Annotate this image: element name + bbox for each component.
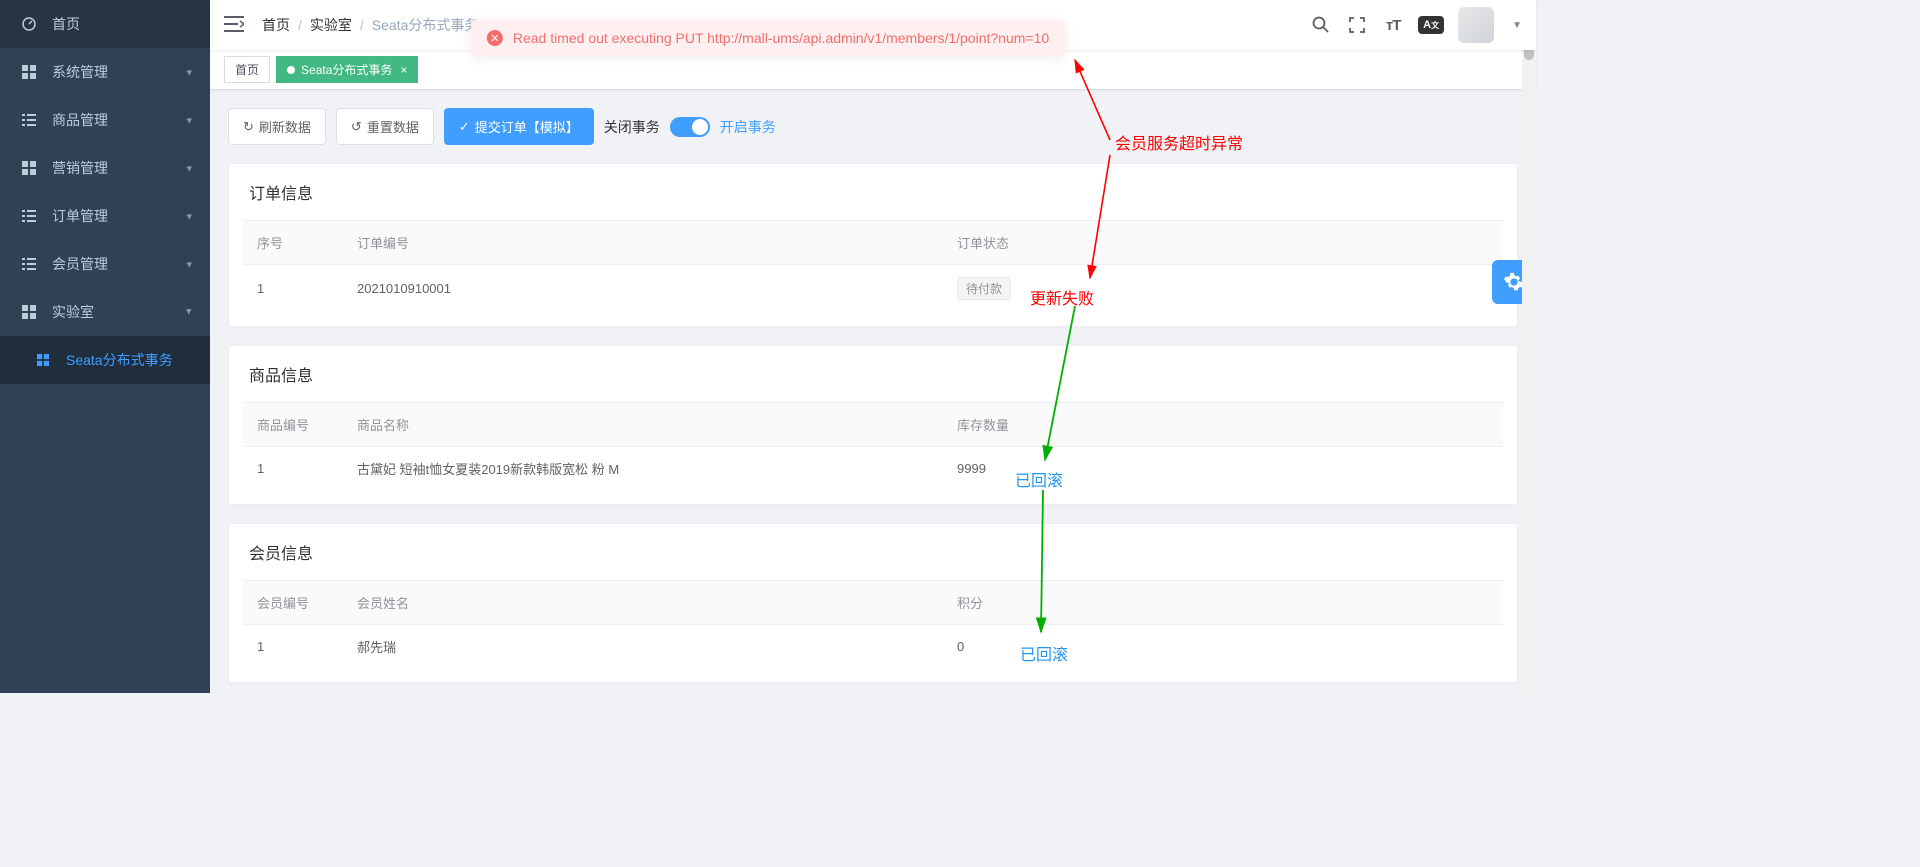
breadcrumb-sep: /: [360, 17, 364, 33]
tab-seata[interactable]: Seata分布式事务 ×: [276, 56, 418, 83]
sidebar-item-order[interactable]: 订单管理 ▾: [0, 192, 210, 240]
product-title: 商品信息: [229, 346, 1517, 402]
member-title: 会员信息: [229, 524, 1517, 580]
sidebar-label: 商品管理: [52, 110, 108, 130]
cell-status: 待付款: [943, 265, 1503, 313]
col-name: 会员姓名: [343, 581, 943, 625]
chevron-down-icon: ▾: [186, 162, 192, 175]
cell-no: 1: [243, 625, 343, 669]
list-icon: [20, 114, 38, 126]
error-alert: ✕ Read timed out executing PUT http://ma…: [471, 20, 1065, 56]
sidebar-item-lab[interactable]: 实验室 ▴: [0, 288, 210, 336]
sidebar-label: 营销管理: [52, 158, 108, 178]
sidebar-label: 实验室: [52, 302, 94, 322]
col-points: 积分: [943, 581, 1503, 625]
sidebar-item-home[interactable]: 首页: [0, 0, 210, 48]
tab-home[interactable]: 首页: [224, 56, 270, 83]
chevron-down-icon: ▾: [186, 210, 192, 223]
active-dot-icon: [287, 66, 295, 74]
sidebar-label: Seata分布式事务: [66, 350, 173, 370]
search-icon[interactable]: [1310, 14, 1332, 36]
alert-text: Read timed out executing PUT http://mall…: [513, 30, 1049, 46]
col-no: 会员编号: [243, 581, 343, 625]
sidebar-item-seata[interactable]: Seata分布式事务: [0, 336, 210, 384]
table-row: 1 2021010910001 待付款: [243, 265, 1503, 313]
cell-name: 古黛妃 短袖t恤女夏装2019新款韩版宽松 粉 M: [343, 447, 943, 491]
table-row: 1 古黛妃 短袖t恤女夏装2019新款韩版宽松 粉 M 9999: [243, 447, 1503, 491]
col-name: 商品名称: [343, 403, 943, 447]
breadcrumb: 首页 / 实验室 / Seata分布式事务: [262, 15, 478, 35]
product-table: 商品编号 商品名称 库存数量 1 古黛妃 短袖t恤女夏装2019新款韩版宽松 粉…: [243, 402, 1503, 490]
sidebar-item-system[interactable]: 系统管理 ▾: [0, 48, 210, 96]
error-icon: ✕: [487, 30, 503, 46]
refresh-button[interactable]: ↻刷新数据: [228, 108, 326, 145]
list-icon: [20, 258, 38, 270]
fullscreen-icon[interactable]: [1346, 14, 1368, 36]
submit-button[interactable]: ✓提交订单【模拟】: [444, 108, 594, 145]
vertical-scrollbar[interactable]: [1522, 0, 1536, 693]
tabs-bar: 首页 Seata分布式事务 ×: [210, 50, 1536, 90]
cell-no: 1: [243, 447, 343, 491]
sidebar-label: 会员管理: [52, 254, 108, 274]
sidebar-label: 订单管理: [52, 206, 108, 226]
cell-stock: 9999: [943, 447, 1503, 491]
chevron-down-icon: ▾: [186, 114, 192, 127]
dashboard-icon: [20, 16, 38, 32]
member-table: 会员编号 会员姓名 积分 1 郝先瑞 0: [243, 580, 1503, 668]
cell-no: 1: [243, 265, 343, 313]
breadcrumb-sep: /: [298, 17, 302, 33]
reset-icon: ↺: [351, 119, 362, 135]
refresh-icon: ↻: [243, 119, 254, 135]
cell-points: 0: [943, 625, 1503, 669]
col-no: 序号: [243, 221, 343, 265]
caret-down-icon[interactable]: ▼: [1512, 20, 1522, 31]
grid-icon: [20, 65, 38, 79]
main: 首页 / 实验室 / Seata分布式事务 ᴛT A文 ▼ 首页: [210, 0, 1536, 693]
breadcrumb-current: Seata分布式事务: [372, 15, 479, 35]
member-card: 会员信息 会员编号 会员姓名 积分 1 郝先瑞 0: [228, 523, 1518, 683]
sidebar-item-product[interactable]: 商品管理 ▾: [0, 96, 210, 144]
breadcrumb-lab[interactable]: 实验室: [310, 15, 352, 35]
tx-switch[interactable]: [670, 117, 710, 137]
sidebar-item-marketing[interactable]: 营销管理 ▾: [0, 144, 210, 192]
sidebar: 首页 系统管理 ▾ 商品管理 ▾ 营销管理 ▾ 订单: [0, 0, 210, 693]
chevron-down-icon: ▾: [186, 66, 192, 79]
cell-id: 2021010910001: [343, 265, 943, 313]
language-icon[interactable]: A文: [1418, 16, 1444, 34]
toolbar: ↻刷新数据 ↺重置数据 ✓提交订单【模拟】 关闭事务 开启事务: [228, 108, 1518, 145]
list-icon: [20, 210, 38, 222]
order-card: 订单信息 序号 订单编号 订单状态 1 2021010910001 待付款: [228, 163, 1518, 327]
close-icon[interactable]: ×: [400, 63, 407, 77]
grid-icon: [34, 354, 52, 366]
sidebar-label: 首页: [52, 14, 80, 34]
check-icon: ✓: [459, 119, 470, 135]
fontsize-icon[interactable]: ᴛT: [1382, 14, 1404, 36]
hamburger-icon[interactable]: [224, 16, 246, 35]
col-stock: 库存数量: [943, 403, 1503, 447]
col-no: 商品编号: [243, 403, 343, 447]
open-tx-label: 开启事务: [720, 117, 776, 137]
grid-icon: [20, 305, 38, 319]
col-status: 订单状态: [943, 221, 1503, 265]
order-table: 序号 订单编号 订单状态 1 2021010910001 待付款: [243, 220, 1503, 312]
status-badge: 待付款: [957, 277, 1011, 300]
sidebar-item-member[interactable]: 会员管理 ▾: [0, 240, 210, 288]
grid-icon: [20, 161, 38, 175]
close-tx-label: 关闭事务: [604, 117, 660, 137]
chevron-down-icon: ▾: [186, 258, 192, 271]
content: ↻刷新数据 ↺重置数据 ✓提交订单【模拟】 关闭事务 开启事务 订单信息 序号 …: [210, 90, 1536, 693]
table-row: 1 郝先瑞 0: [243, 625, 1503, 669]
chevron-up-icon: ▴: [186, 306, 192, 319]
reset-button[interactable]: ↺重置数据: [336, 108, 434, 145]
avatar[interactable]: [1458, 7, 1494, 43]
product-card: 商品信息 商品编号 商品名称 库存数量 1 古黛妃 短袖t恤女夏装2019新款韩…: [228, 345, 1518, 505]
col-id: 订单编号: [343, 221, 943, 265]
cell-name: 郝先瑞: [343, 625, 943, 669]
breadcrumb-home[interactable]: 首页: [262, 15, 290, 35]
sidebar-label: 系统管理: [52, 62, 108, 82]
order-title: 订单信息: [229, 164, 1517, 220]
